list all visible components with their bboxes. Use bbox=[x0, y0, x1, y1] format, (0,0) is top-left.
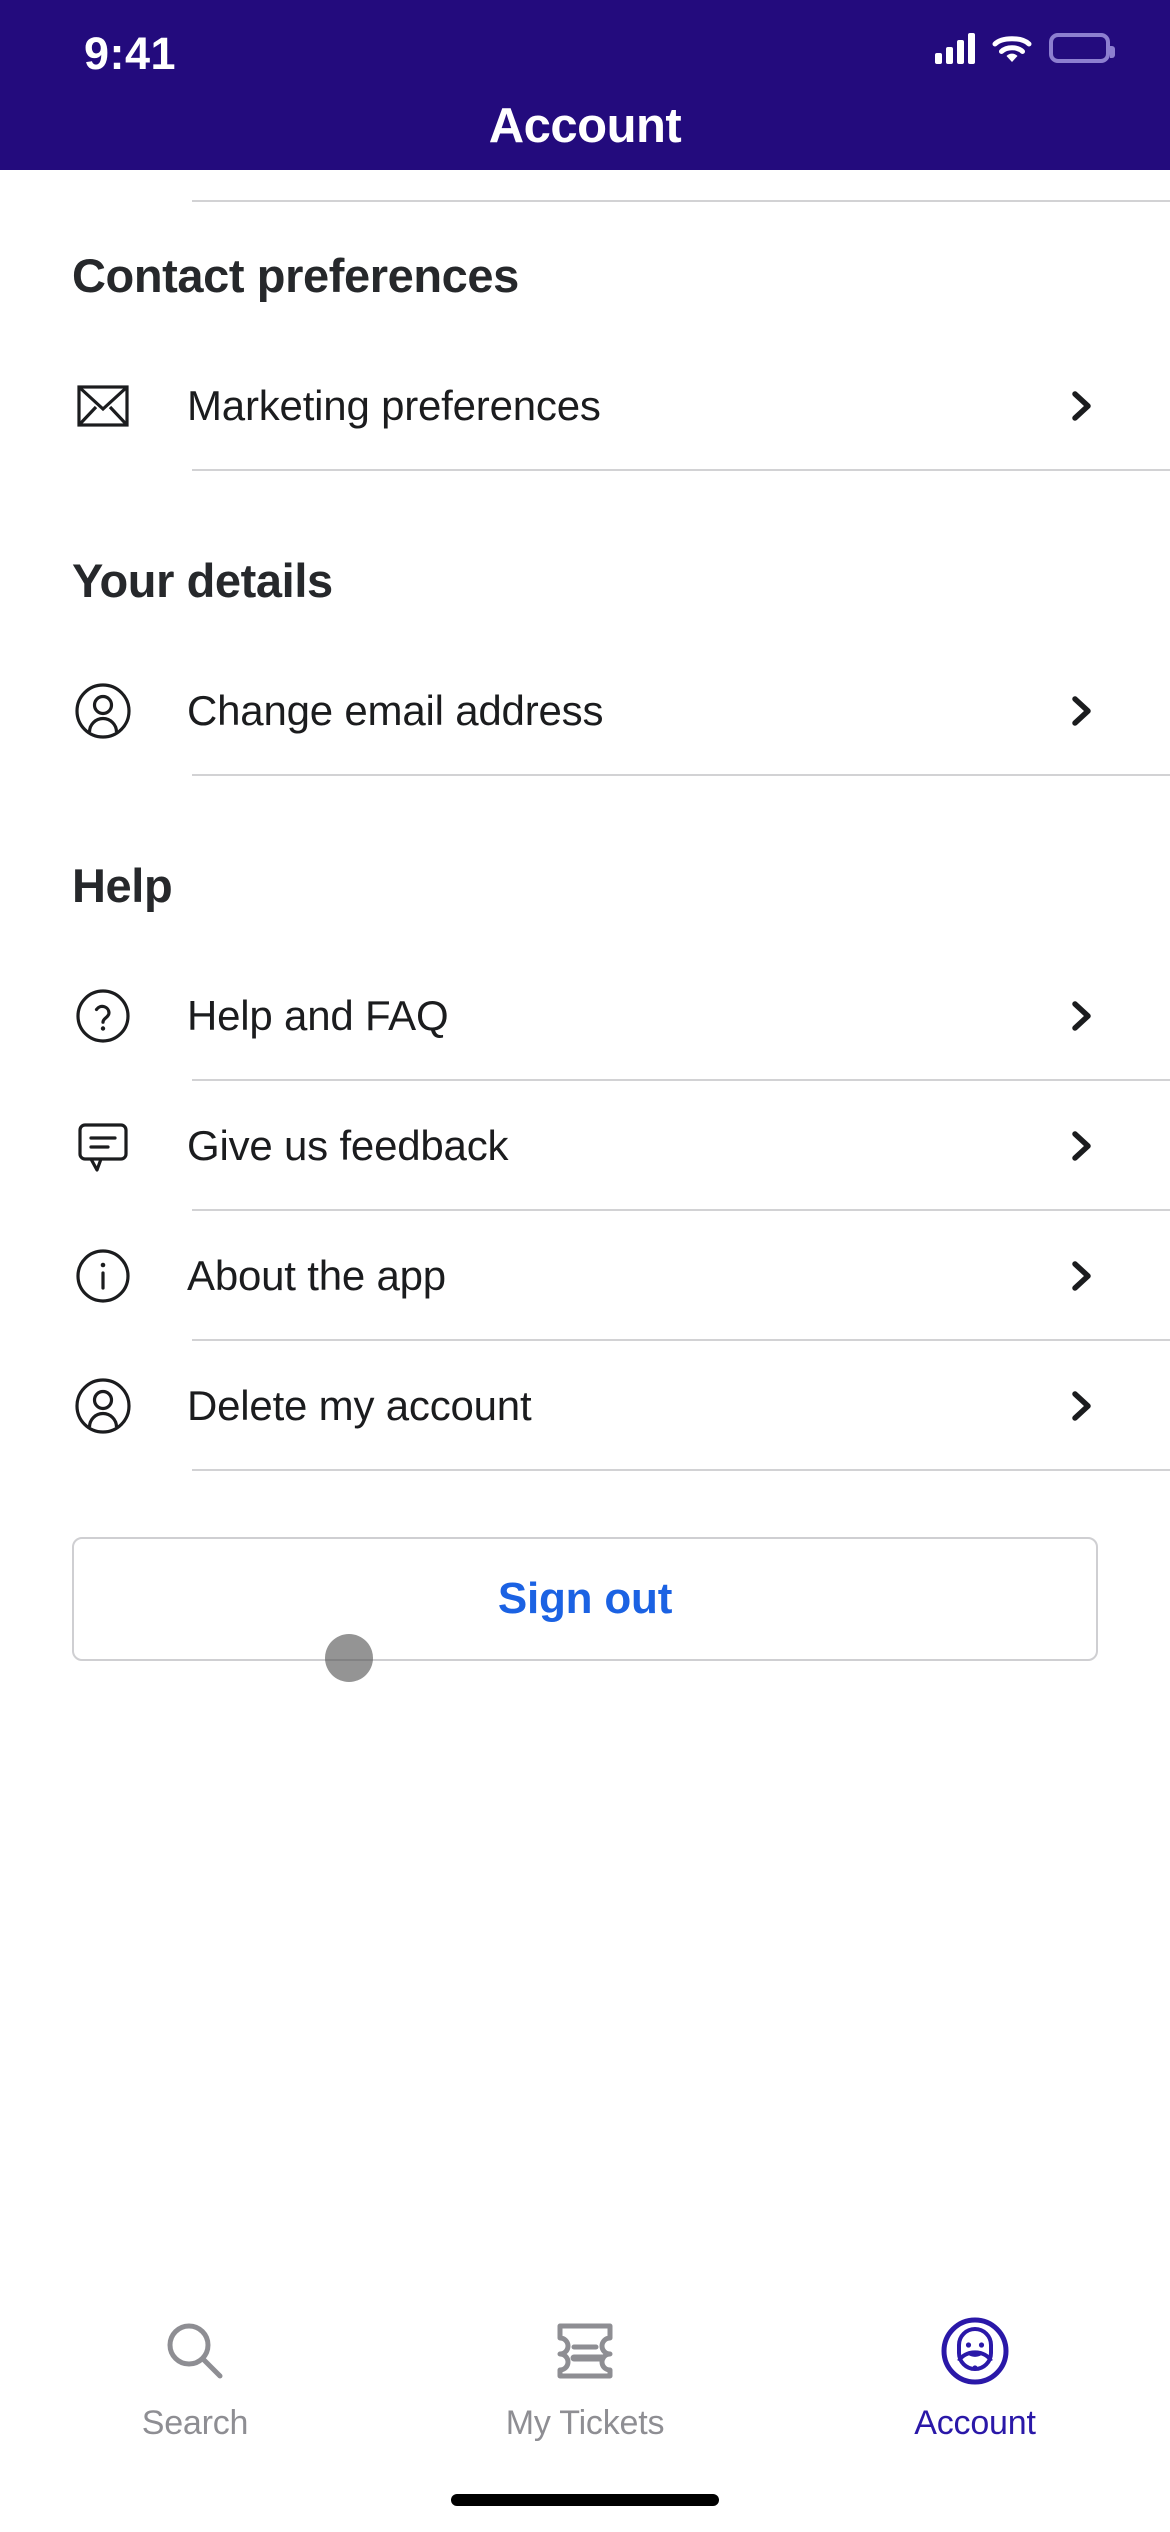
status-bar: 9:41 bbox=[0, 0, 1170, 100]
cellular-signal-icon bbox=[935, 32, 975, 64]
app-header: 9:41 Account bbox=[0, 0, 1170, 170]
main-content: Contact preferences Marketing preference… bbox=[0, 170, 1170, 1661]
chevron-right-icon[interactable] bbox=[1064, 1129, 1098, 1163]
row-label: Delete my account bbox=[187, 1382, 532, 1429]
wifi-icon bbox=[992, 33, 1032, 64]
person-circle-icon bbox=[72, 680, 134, 742]
chevron-right-icon[interactable] bbox=[1064, 694, 1098, 728]
row-label: Change email address bbox=[187, 687, 604, 734]
top-divider bbox=[192, 200, 1170, 202]
battery-icon bbox=[1049, 33, 1115, 63]
tab-my-tickets[interactable]: My Tickets bbox=[390, 2316, 780, 2443]
info-circle-icon bbox=[72, 1245, 134, 1307]
tab-account[interactable]: Account bbox=[780, 2316, 1170, 2443]
row-label: About the app bbox=[187, 1252, 446, 1299]
speech-bubble-icon bbox=[72, 1115, 134, 1177]
row-divider bbox=[192, 469, 1170, 471]
page-title: Account bbox=[488, 99, 682, 153]
chevron-right-icon[interactable] bbox=[1064, 999, 1098, 1033]
status-bar-time: 9:41 bbox=[84, 28, 177, 79]
question-circle-icon bbox=[72, 985, 134, 1047]
tab-label: Search bbox=[141, 2404, 249, 2442]
row-about-the-app[interactable]: About the app bbox=[0, 1211, 1170, 1341]
chevron-right-icon[interactable] bbox=[1064, 1259, 1098, 1293]
row-label: Help and FAQ bbox=[187, 992, 449, 1039]
row-change-email-address[interactable]: Change email address bbox=[0, 646, 1170, 776]
section-title-help: Help bbox=[72, 859, 173, 912]
row-delete-my-account[interactable]: Delete my account bbox=[0, 1341, 1170, 1471]
row-label: Give us feedback bbox=[187, 1122, 509, 1169]
chevron-right-icon[interactable] bbox=[1064, 1389, 1098, 1423]
row-help-and-faq[interactable]: Help and FAQ bbox=[0, 951, 1170, 1081]
ticket-icon bbox=[550, 2316, 620, 2386]
tab-label: My Tickets bbox=[505, 2404, 665, 2442]
sign-out-button[interactable]: Sign out bbox=[72, 1537, 1098, 1661]
chevron-right-icon[interactable] bbox=[1064, 389, 1098, 423]
phone-screen: 9:41 Account Contact preferences Marketi… bbox=[0, 0, 1170, 2532]
tab-label: Account bbox=[914, 2404, 1036, 2442]
row-divider bbox=[192, 774, 1170, 776]
row-divider bbox=[192, 1469, 1170, 1471]
sign-out-container: Sign out bbox=[0, 1537, 1170, 1661]
home-indicator bbox=[451, 2494, 719, 2506]
envelope-icon bbox=[72, 375, 134, 437]
tab-search[interactable]: Search bbox=[0, 2316, 390, 2443]
search-icon bbox=[160, 2316, 230, 2386]
status-bar-icons bbox=[935, 32, 1115, 64]
section-title-your-details: Your details bbox=[72, 554, 333, 607]
row-marketing-preferences[interactable]: Marketing preferences bbox=[0, 341, 1170, 471]
account-face-icon bbox=[940, 2316, 1010, 2386]
row-give-us-feedback[interactable]: Give us feedback bbox=[0, 1081, 1170, 1211]
person-circle-icon bbox=[72, 1375, 134, 1437]
row-label: Marketing preferences bbox=[187, 382, 601, 429]
section-title-contact-preferences: Contact preferences bbox=[72, 249, 519, 302]
